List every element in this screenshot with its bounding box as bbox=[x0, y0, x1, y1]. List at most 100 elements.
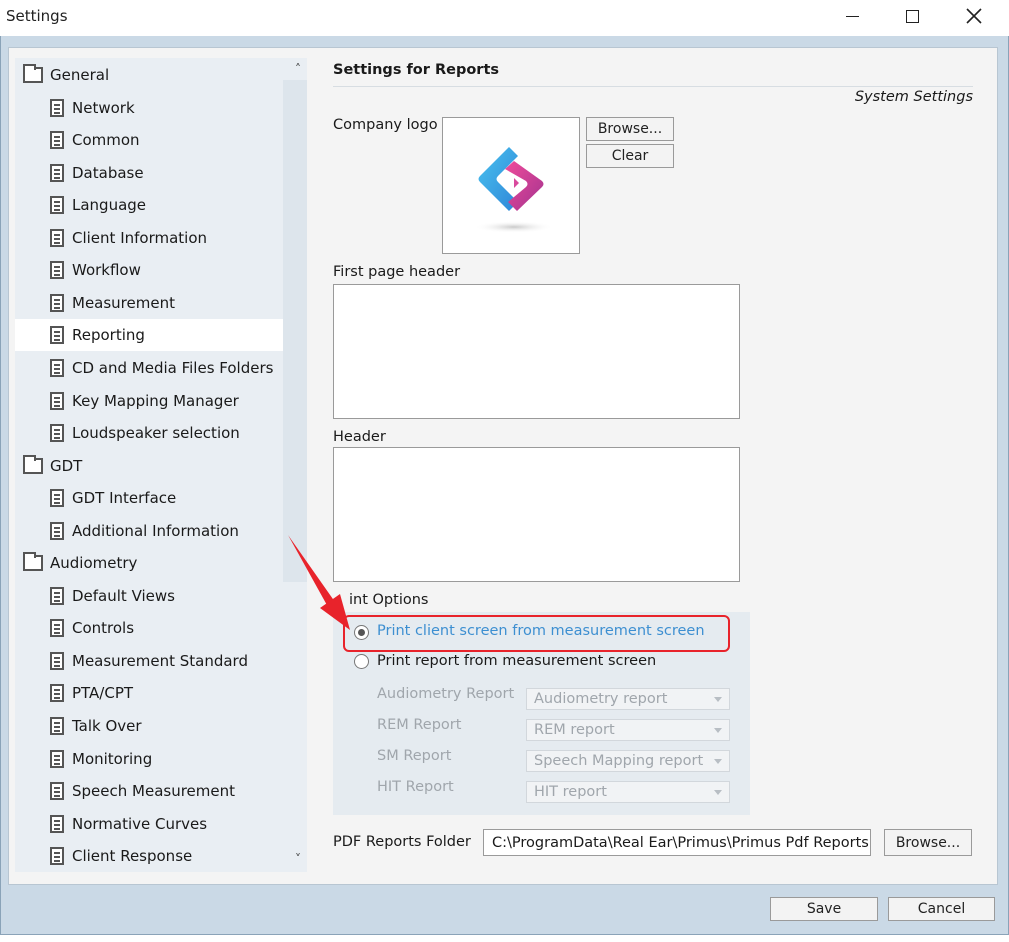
nav-item-measurement-standard[interactable]: Measurement Standard bbox=[15, 645, 283, 677]
document-icon bbox=[50, 521, 64, 540]
nav-item-label: Speech Measurement bbox=[72, 782, 236, 801]
nav-item-label: Client Response bbox=[72, 847, 193, 866]
nav-item-workflow[interactable]: Workflow bbox=[15, 254, 283, 286]
document-icon bbox=[50, 489, 64, 508]
sm-report-value: Speech Mapping report bbox=[534, 753, 704, 769]
pdf-folder-input[interactable]: C:\ProgramData\Real Ear\Primus\Primus Pd… bbox=[483, 829, 871, 856]
nav-item-label: Workflow bbox=[72, 261, 141, 280]
document-icon bbox=[50, 261, 64, 280]
minimize-button[interactable] bbox=[829, 0, 875, 32]
nav-item-label: Measurement bbox=[72, 293, 175, 312]
folder-icon bbox=[23, 552, 43, 572]
document-icon bbox=[50, 196, 64, 215]
nav-item-label: GDT Interface bbox=[72, 489, 177, 508]
document-icon bbox=[50, 228, 64, 247]
first-page-header-label: First page header bbox=[333, 264, 461, 280]
nav-item-label: Common bbox=[72, 131, 140, 150]
nav-item-gdt-interface[interactable]: GDT Interface bbox=[15, 482, 283, 514]
header-input[interactable] bbox=[333, 447, 740, 582]
nav-item-label: Audiometry bbox=[50, 554, 138, 573]
scroll-down-icon[interactable]: ˅ bbox=[295, 852, 301, 866]
nav-scrollbar[interactable]: ˄ ˅ bbox=[283, 58, 307, 872]
document-icon bbox=[50, 651, 64, 670]
close-button[interactable] bbox=[951, 0, 997, 32]
print-report-radio[interactable] bbox=[354, 654, 369, 669]
nav-item-loudspeaker-selection[interactable]: Loudspeaker selection bbox=[15, 417, 283, 449]
audiometry-report-label: Audiometry Report bbox=[377, 686, 515, 702]
chevron-down-icon bbox=[714, 759, 722, 764]
nav-item-controls[interactable]: Controls bbox=[15, 612, 283, 644]
nav-group-audiometry[interactable]: Audiometry bbox=[15, 547, 283, 579]
rem-report-select[interactable]: REM report bbox=[526, 719, 730, 741]
nav-item-speech-measurement[interactable]: Speech Measurement bbox=[15, 775, 283, 807]
folder-icon bbox=[23, 64, 43, 83]
nav-item-pta-cpt[interactable]: PTA/CPT bbox=[15, 677, 283, 709]
sm-report-label: SM Report bbox=[377, 748, 452, 764]
document-icon bbox=[50, 424, 64, 443]
nav-item-database[interactable]: Database bbox=[15, 157, 283, 189]
maximize-button[interactable] bbox=[889, 0, 935, 32]
document-icon bbox=[50, 684, 64, 703]
nav-item-label: Reporting bbox=[72, 326, 145, 345]
document-icon bbox=[50, 586, 64, 605]
document-icon bbox=[50, 293, 64, 312]
nav-tree[interactable]: ˄ ˅ General Network Common Database Language… bbox=[15, 58, 307, 872]
document-icon bbox=[50, 717, 64, 735]
chevron-down-icon bbox=[714, 790, 722, 795]
pdf-folder-browse-button[interactable]: Browse... bbox=[884, 829, 972, 856]
nav-item-default-views[interactable]: Default Views bbox=[15, 580, 283, 612]
document-icon bbox=[50, 391, 64, 410]
nav-item-language[interactable]: Language bbox=[15, 189, 283, 221]
settings-scope-label: System Settings bbox=[854, 89, 973, 105]
settings-panel: ˄ ˅ General Network Common Database Language… bbox=[8, 47, 998, 885]
nav-item-label: CD and Media Files Folders bbox=[72, 358, 274, 377]
nav-item-monitoring[interactable]: Monitoring bbox=[15, 743, 283, 775]
document-icon bbox=[50, 619, 64, 638]
logo-clear-button[interactable]: Clear bbox=[586, 144, 674, 168]
reports-settings: Settings for Reports System Settings Com… bbox=[326, 58, 989, 872]
nav-item-talk-over[interactable]: Talk Over bbox=[15, 710, 283, 742]
nav-item-label: Language bbox=[72, 196, 147, 215]
nav-item-normative-curves[interactable]: Normative Curves bbox=[15, 808, 283, 840]
rem-report-label: REM Report bbox=[377, 717, 462, 733]
window-frame: ˄ ˅ General Network Common Database Language… bbox=[0, 36, 1009, 935]
nav-item-cd-and-media-files-folders[interactable]: CD and Media Files Folders bbox=[15, 352, 283, 384]
nav-item-network[interactable]: Network bbox=[15, 92, 283, 124]
nav-item-additional-information[interactable]: Additional Information bbox=[15, 515, 283, 547]
nav-item-client-information[interactable]: Client Information bbox=[15, 222, 283, 254]
maximize-icon bbox=[905, 9, 919, 23]
nav-item-measurement[interactable]: Measurement bbox=[15, 287, 283, 319]
company-logo-preview[interactable] bbox=[442, 117, 580, 254]
document-icon bbox=[50, 749, 64, 768]
chevron-down-icon bbox=[714, 728, 722, 733]
pdf-folder-label: PDF Reports Folder bbox=[333, 834, 471, 850]
document-icon bbox=[50, 814, 64, 833]
nav-item-key-mapping-manager[interactable]: Key Mapping Manager bbox=[15, 385, 283, 417]
annotation-arrow-icon bbox=[288, 535, 350, 630]
nav-item-client-response[interactable]: Client Response bbox=[15, 840, 283, 872]
nav-item-reporting[interactable]: Reporting bbox=[15, 319, 283, 352]
nav-item-label: Controls bbox=[72, 619, 135, 638]
nav-item-common[interactable]: Common bbox=[15, 124, 283, 156]
document-icon bbox=[50, 98, 64, 117]
nav-group-gdt[interactable]: GDT bbox=[15, 450, 283, 482]
first-page-header-input[interactable] bbox=[333, 284, 740, 419]
nav-item-label: Default Views bbox=[72, 586, 175, 605]
scroll-up-icon[interactable]: ˄ bbox=[295, 62, 301, 76]
print-report-label[interactable]: Print report from measurement screen bbox=[377, 653, 656, 669]
sm-report-select[interactable]: Speech Mapping report bbox=[526, 750, 730, 772]
nav-item-label: Talk Over bbox=[72, 717, 142, 735]
hit-report-select[interactable]: HIT report bbox=[526, 781, 730, 803]
logo-browse-button[interactable]: Browse... bbox=[586, 117, 674, 141]
header-label: Header bbox=[333, 429, 386, 445]
nav-scrollbar-thumb[interactable] bbox=[283, 80, 307, 582]
nav-item-label: PTA/CPT bbox=[72, 684, 134, 703]
audiometry-report-select[interactable]: Audiometry report bbox=[526, 688, 730, 710]
page-title: Settings for Reports bbox=[333, 62, 500, 78]
cancel-button[interactable]: Cancel bbox=[888, 897, 995, 921]
hit-report-label: HIT Report bbox=[377, 779, 454, 795]
nav-item-label: Normative Curves bbox=[72, 814, 208, 833]
save-button[interactable]: Save bbox=[770, 897, 878, 921]
nav-group-general[interactable]: General bbox=[15, 59, 283, 91]
title-divider bbox=[333, 86, 973, 87]
